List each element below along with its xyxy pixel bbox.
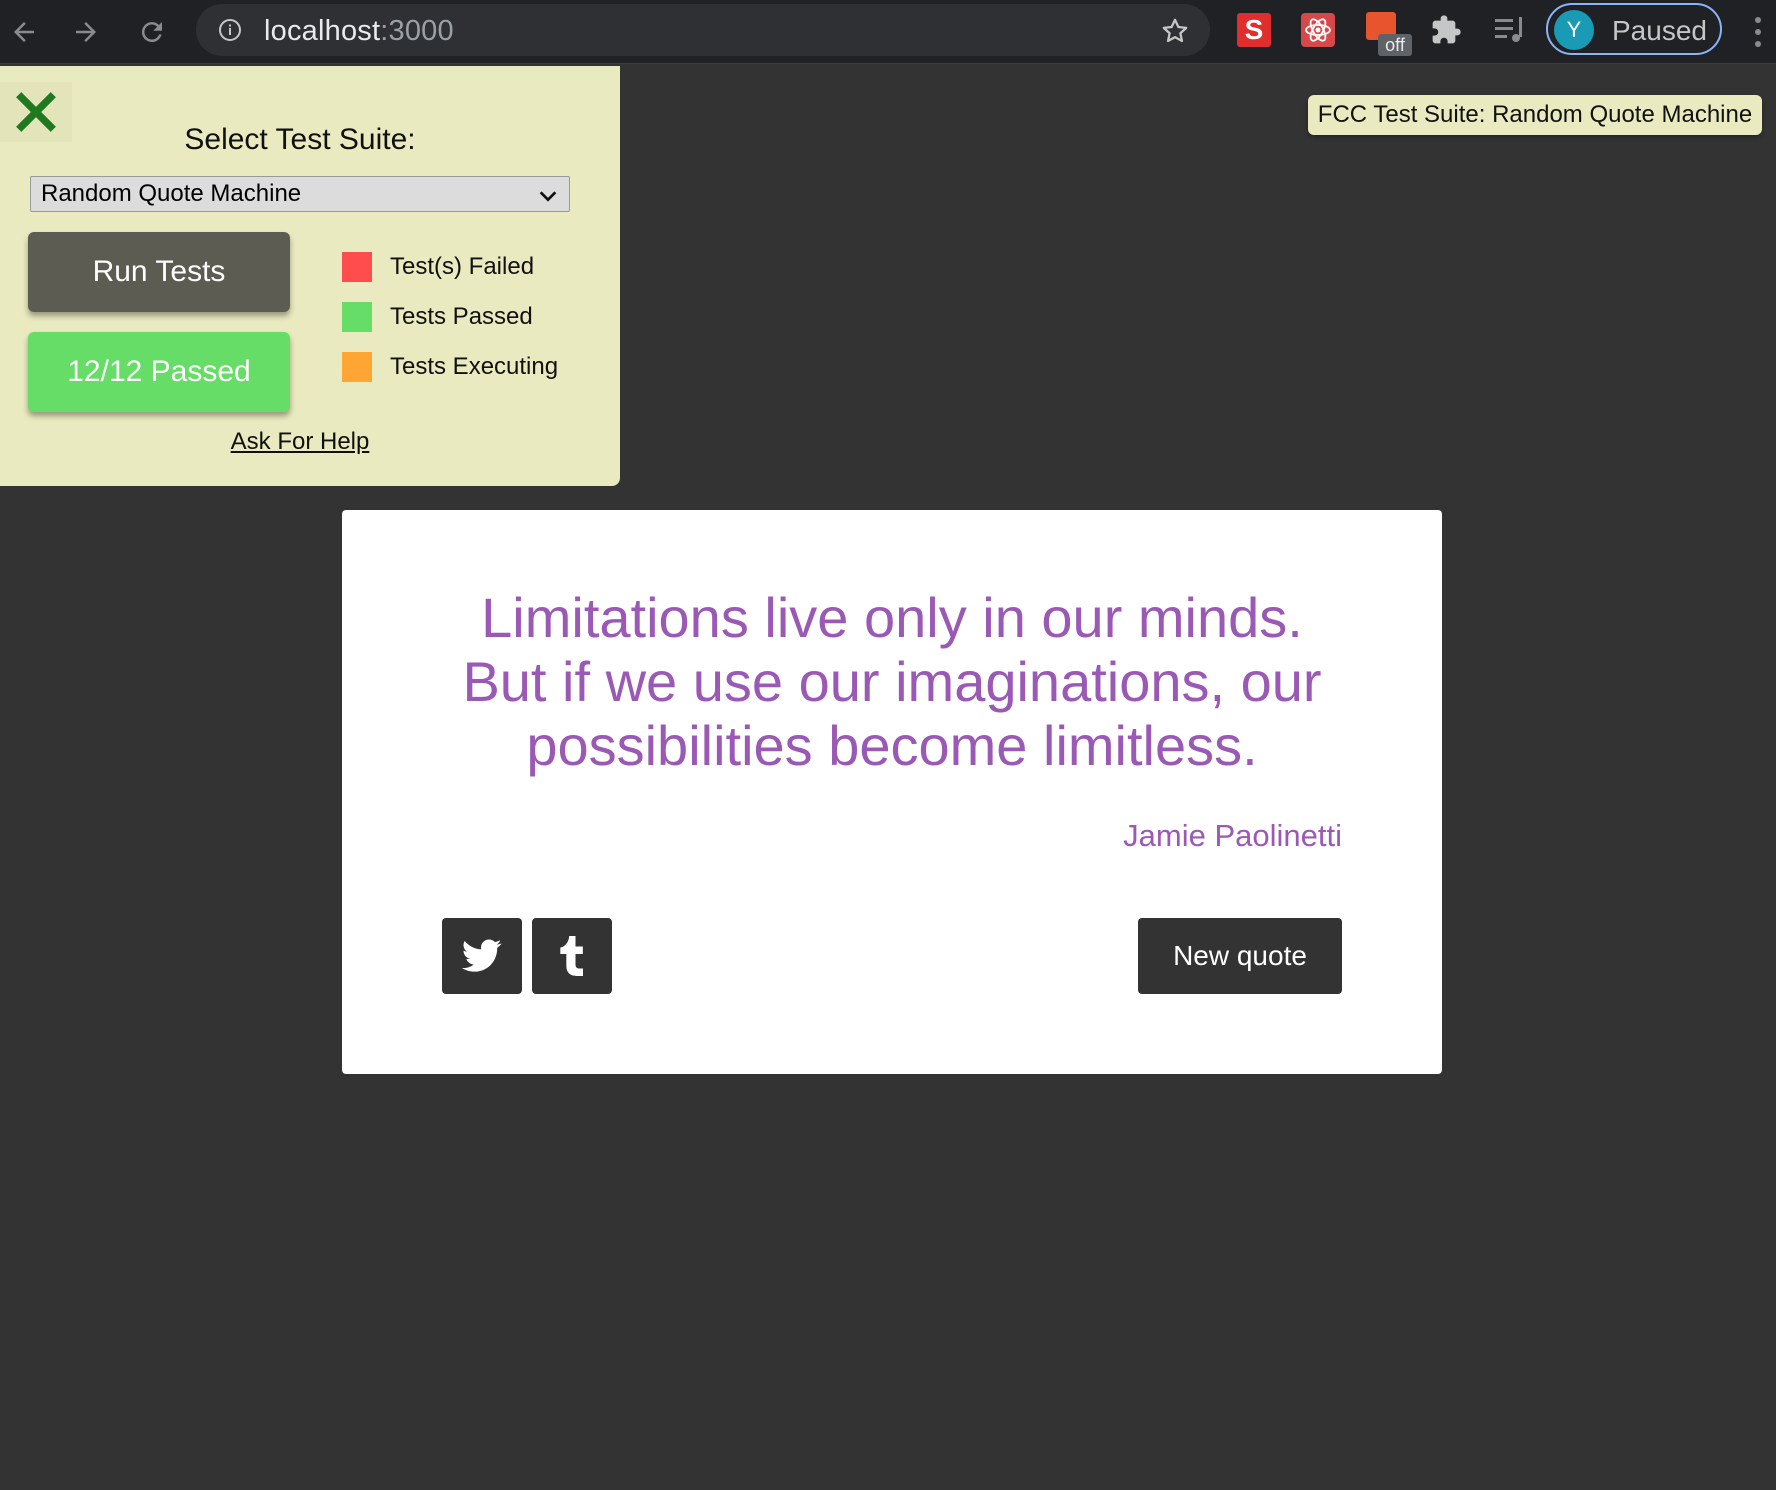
legend-item-executing: Tests Executing <box>342 352 558 382</box>
legend-swatch-failed <box>342 252 372 282</box>
info-icon[interactable] <box>218 18 242 42</box>
arrow-right-icon <box>76 22 96 42</box>
reload-icon <box>141 22 162 43</box>
back-button[interactable] <box>0 8 48 56</box>
new-quote-button[interactable]: New quote <box>1138 918 1342 994</box>
extension-off-icon[interactable]: off <box>1364 8 1412 56</box>
tumblr-icon <box>560 936 583 976</box>
suite-tag: FCC Test Suite: Random Quote Machine <box>1308 95 1762 135</box>
quote-text: Limitations live only in our minds. But … <box>462 586 1322 777</box>
twitter-icon <box>462 939 502 972</box>
bookmark-star-icon[interactable] <box>1160 16 1190 46</box>
puzzle-extensions-icon[interactable] <box>1428 12 1464 48</box>
profile-status: Paused <box>1612 15 1707 46</box>
legend-swatch-executing <box>342 352 372 382</box>
extension-react-icon[interactable] <box>1300 12 1336 48</box>
arrow-left-icon <box>14 22 34 42</box>
extension-s-icon[interactable]: S <box>1236 12 1272 48</box>
legend-swatch-passed <box>342 302 372 332</box>
profile-chip[interactable]: Y Paused <box>1546 3 1722 55</box>
ask-for-help-link[interactable]: Ask For Help <box>0 428 600 456</box>
suite-select-value: Random Quote Machine <box>41 180 302 207</box>
url-text: localhost:3000 <box>264 15 454 47</box>
quote-author: Jamie Paolinetti <box>1123 818 1342 853</box>
browser-toolbar: localhost:3000 S off Y Paused <box>0 0 1776 64</box>
test-suite-panel: Select Test Suite: Random Quote Machine … <box>0 66 620 486</box>
test-results-button[interactable]: 12/12 Passed <box>28 332 290 412</box>
avatar: Y <box>1554 10 1594 50</box>
media-playlist-icon[interactable] <box>1492 12 1528 48</box>
tumblr-quote-button[interactable] <box>532 918 612 994</box>
reload-button[interactable] <box>128 8 176 56</box>
chevron-down-icon <box>539 191 557 202</box>
select-suite-label: Select Test Suite: <box>184 123 416 156</box>
legend-item-failed: Test(s) Failed <box>342 252 534 282</box>
run-tests-button[interactable]: Run Tests <box>28 232 290 312</box>
tweet-quote-button[interactable] <box>442 918 522 994</box>
address-bar[interactable]: localhost:3000 <box>196 4 1210 56</box>
suite-select[interactable]: Random Quote Machine <box>30 176 570 212</box>
more-menu-icon[interactable] <box>1748 14 1768 50</box>
quote-box: Limitations live only in our minds. But … <box>342 510 1442 1074</box>
forward-button[interactable] <box>62 8 110 56</box>
legend-item-passed: Tests Passed <box>342 302 533 332</box>
